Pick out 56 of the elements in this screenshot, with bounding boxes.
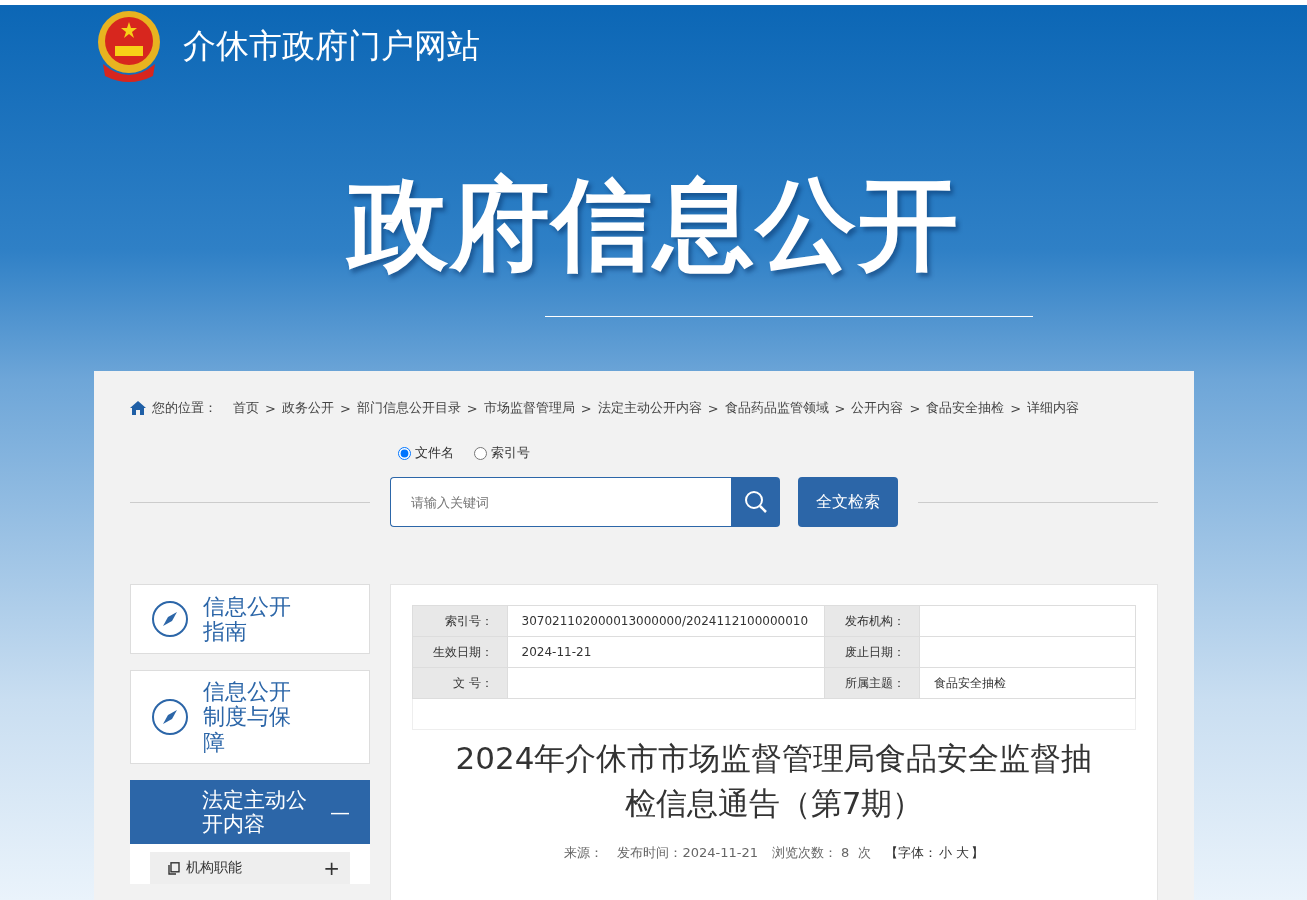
sidebar-section[interactable]: 法定主动公开内容 — <box>130 779 370 845</box>
field-value: 307021102000013000000/2024112100000010 <box>521 614 809 628</box>
sidebar-subitem[interactable]: 机构职能 + <box>150 852 350 885</box>
sidebar-link[interactable]: 信息公开指南 <box>130 584 370 654</box>
radio-button[interactable] <box>474 446 487 460</box>
radio-option[interactable]: 文件名 <box>398 444 454 462</box>
view-count: 浏览次数： 8 次 <box>771 843 871 862</box>
field-label: 废止日期： <box>844 644 905 659</box>
location-label: 您的位置： <box>152 399 217 417</box>
font-size-bracket: 】 <box>970 843 984 862</box>
breadcrumb-link[interactable]: 首页 <box>233 399 259 417</box>
breadcrumb-link[interactable]: 食品安全抽检 <box>926 399 1005 417</box>
site-title: 介休市政府门户网站 <box>183 24 480 67</box>
collapse-toggle[interactable]: — <box>330 800 350 824</box>
compass-icon <box>151 697 189 736</box>
font-size-link[interactable]: 大 <box>955 843 969 862</box>
font-size-label: 【字体： <box>884 843 937 862</box>
search-button[interactable] <box>731 477 780 527</box>
breadcrumb-link[interactable]: 详细内容 <box>1027 399 1080 417</box>
fulltext-search-button[interactable]: 全文检索 <box>798 477 898 527</box>
field-label: 索引号： <box>444 613 493 628</box>
source-label: 来源： <box>564 843 604 862</box>
field-label: 所属主题： <box>844 675 905 690</box>
field-label: 生效日期： <box>432 644 493 659</box>
breadcrumb-link[interactable]: 食品药品监管领域 <box>724 399 829 417</box>
breadcrumb-link[interactable]: 市场监督管理局 <box>483 399 575 417</box>
expand-toggle[interactable]: + <box>323 856 340 881</box>
field-label: 发布机构： <box>844 613 905 628</box>
emblem-drawing <box>95 10 163 82</box>
breadcrumb-link[interactable]: 政务公开 <box>281 399 334 417</box>
document-icon <box>168 861 180 875</box>
breadcrumb-separator: > <box>909 400 921 416</box>
breadcrumb-separator: > <box>580 400 592 416</box>
breadcrumb-separator: > <box>265 400 276 416</box>
breadcrumb-link[interactable]: 公开内容 <box>851 399 904 417</box>
compass-icon <box>151 600 189 638</box>
sidebar-link[interactable]: 信息公开制度与保障 <box>130 670 370 764</box>
breadcrumb-separator: > <box>1010 400 1022 416</box>
breadcrumb-separator: > <box>834 400 846 416</box>
publish-date: 发布时间：2024-11-21 <box>617 843 758 862</box>
breadcrumb-separator: > <box>339 400 351 416</box>
field-value: 食品安全抽检 <box>933 675 1006 690</box>
home-icon <box>130 401 146 415</box>
radio-button[interactable] <box>398 446 411 460</box>
banner-title: 政府信息公开 <box>347 165 960 285</box>
field-label: 文 号： <box>452 675 493 690</box>
search-field[interactable]: 请输入关键词 <box>390 477 731 527</box>
font-size-link[interactable]: 小 <box>938 843 952 862</box>
breadcrumb-link[interactable]: 法定主动公开内容 <box>597 399 702 417</box>
radio-option[interactable]: 索引号 <box>474 444 530 462</box>
article-title: 2024年介休市市场监督管理局食品安全监督抽检信息通告（第7期） <box>454 739 1094 823</box>
field-value: 2024-11-21 <box>521 645 592 659</box>
breadcrumb-link[interactable]: 部门信息公开目录 <box>356 399 461 417</box>
breadcrumb-separator: > <box>466 400 478 416</box>
breadcrumb-separator: > <box>707 400 719 416</box>
search-icon <box>743 490 768 514</box>
